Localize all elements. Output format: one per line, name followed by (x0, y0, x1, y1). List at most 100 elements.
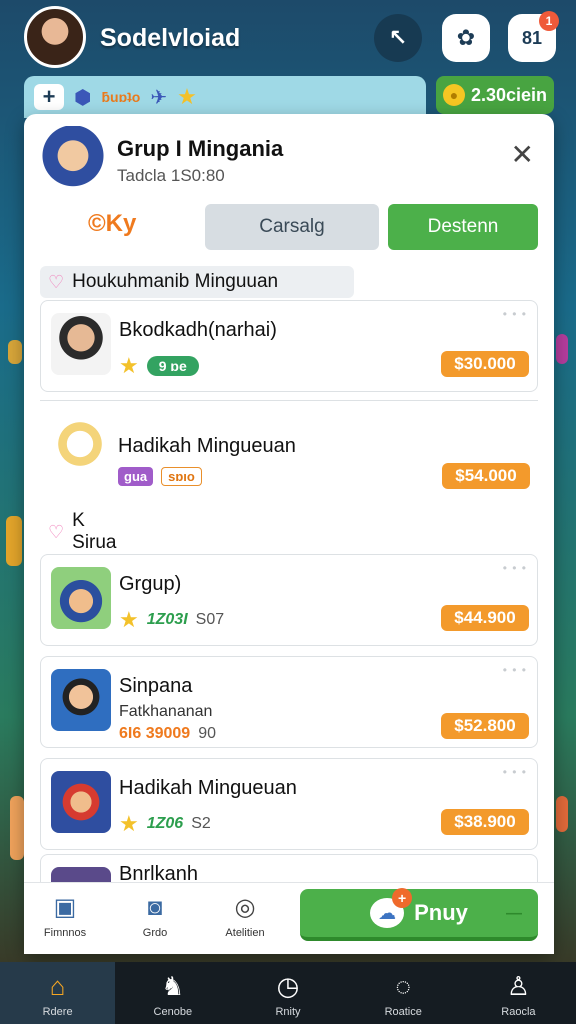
star-icon: ★ (119, 607, 139, 632)
item-meta: gua sɒıo (118, 467, 202, 486)
clock-icon: ◷ (276, 971, 300, 1001)
nav-chat[interactable]: ◌ Roatice (346, 962, 461, 1024)
item-price[interactable]: $30.000 (441, 351, 529, 377)
list-item[interactable]: Hadikah Mingueuan ★ 1Z06 S2 • • • $38.90… (40, 758, 538, 850)
nav-label: Roatice (384, 1006, 422, 1018)
pets-button[interactable]: ✿ (442, 14, 490, 62)
item-avatar (50, 413, 110, 475)
primary-button[interactable]: Destenn (388, 204, 538, 250)
item-avatar (51, 669, 111, 731)
list-item[interactable]: Bkodkadh(narhai) ★ 9 ɒe • • • $30.000 (40, 300, 538, 392)
group-avatar (38, 126, 108, 192)
side-decoration-right (556, 334, 568, 364)
item-price[interactable]: $54.000 (442, 463, 530, 489)
item-name: Hadikah Mingueuan (119, 777, 297, 799)
item-tag: sɒıo (161, 467, 202, 486)
item-meta: 6I6 39009 90 (119, 725, 216, 743)
section-label: K Sirua (72, 510, 117, 553)
coin-amount: 2.30ciein (470, 84, 548, 105)
section-label: Houkuhmanib Minguuan (72, 271, 279, 292)
item-tag: 9 ɒe (146, 356, 199, 376)
notification-dot: 1 (539, 11, 559, 31)
squid-icon: ♞ (161, 971, 185, 1001)
notifications-button[interactable]: 81 1 (508, 11, 559, 62)
heart-icon: ♡ (48, 521, 65, 542)
coin-balance[interactable]: ● 2.30ciein (436, 76, 554, 114)
top-bar: Sodelvloiad ↖ ✿ 81 1 (0, 0, 576, 76)
item-name: Sinpana (119, 675, 193, 697)
item-score: 1Z03I (146, 611, 188, 628)
more-dots-icon[interactable]: • • • (503, 765, 527, 779)
item-count: 90 (198, 725, 216, 742)
play-button[interactable]: ☁ + Pnuy — (300, 888, 538, 941)
notifications-label: 81 (521, 27, 543, 48)
item-avatar (51, 771, 111, 833)
nav-home[interactable]: ⌂ Rdere (0, 962, 116, 1024)
nav-label: Rdere (42, 1006, 73, 1018)
coin-icon: ● (442, 84, 465, 106)
star-icon: ★ (119, 811, 139, 836)
side-decoration-left-3 (10, 796, 24, 860)
nav-characters[interactable]: ♞ Cenobe (115, 962, 230, 1024)
action-ring[interactable]: ◎ Atelitien (212, 893, 278, 939)
nav-label: Rnity (275, 1006, 301, 1018)
back-button[interactable]: ↖ (374, 14, 422, 62)
star-icon: ★ (119, 353, 139, 378)
plus-icon: + (42, 84, 56, 109)
home-icon: ⌂ (49, 971, 66, 1001)
action-camera[interactable]: ◙ Grdo (122, 893, 188, 939)
action-label: Fimnnos (43, 927, 87, 939)
camera-icon: ◙ (147, 894, 163, 921)
resource-label: ƃuɒʇo (101, 89, 141, 105)
more-dots-icon[interactable]: • • • (503, 663, 527, 677)
item-price[interactable]: $38.900 (441, 809, 529, 835)
list-item[interactable]: Grgup) ★ 1Z03I S07 • • • $44.900 (40, 554, 538, 646)
item-score: 6I6 39009 (119, 725, 191, 742)
add-button[interactable]: + (34, 84, 64, 110)
list-item[interactable]: Sinpana Fatkhananan 6I6 39009 90 • • • $… (40, 656, 538, 748)
section-header: ♡ Houkuhmanib Minguuan (40, 266, 354, 298)
play-icon: ☁ + (370, 888, 413, 928)
plus-badge: + (392, 888, 413, 908)
item-score: 1Z06 (146, 815, 184, 832)
action-label: Atelitien (225, 927, 265, 939)
nav-profile[interactable]: ♙ Raocla (461, 962, 576, 1024)
item-name: Grgup) (119, 573, 182, 595)
item-tag: gua (118, 467, 154, 486)
bottom-navigation: ⌂ Rdere ♞ Cenobe ◷ Rnity ◌ Roatice ♙ Rao… (0, 962, 576, 1024)
panel-title: Grup I Mingania (117, 136, 284, 161)
group-panel: Grup I Mingania Tadcla 1S0:80 ✕ ©Ky Cars… (24, 114, 554, 954)
item-name: Bkodkadh(narhai) (119, 319, 277, 341)
item-price[interactable]: $52.800 (441, 713, 529, 739)
box-icon: ▣ (53, 894, 77, 921)
item-avatar (51, 313, 111, 375)
more-dots-icon[interactable]: • • • (503, 307, 527, 321)
chat-icon: ◌ (395, 971, 411, 1001)
nav-activity[interactable]: ◷ Rnity (230, 962, 345, 1024)
tab-ok[interactable]: ©Ky (88, 210, 136, 238)
list-item[interactable]: Hadikah Mingueuan gua sɒıo $54.000 (40, 400, 538, 492)
item-price[interactable]: $44.900 (441, 605, 529, 631)
close-icon[interactable]: ✕ (511, 138, 534, 171)
section-header: ♡ K Sirua (40, 510, 122, 553)
player-avatar[interactable] (24, 6, 86, 68)
item-meta: ★ 1Z03I S07 (119, 607, 224, 633)
more-dots-icon[interactable]: • • • (503, 561, 527, 575)
side-decoration-left (8, 340, 22, 364)
user-icon: ♙ (506, 971, 531, 1001)
ring-icon: ◎ (234, 894, 256, 921)
item-avatar (51, 567, 111, 629)
cancel-button[interactable]: Carsalg (205, 204, 379, 250)
back-arrow-icon: ↖ (388, 25, 408, 50)
side-decoration-left-2 (6, 516, 22, 566)
action-inventory[interactable]: ▣ Fimnnos (32, 893, 98, 939)
side-decoration-right-2 (556, 796, 568, 832)
player-username: Sodelvloiad (100, 24, 241, 52)
paw-icon: ✿ (456, 25, 476, 50)
nav-label: Raocla (501, 1006, 536, 1018)
item-count: S07 (195, 611, 225, 628)
item-count: S2 (191, 815, 211, 832)
rank-badge-icon: ⬢ (74, 86, 92, 109)
nav-label: Cenobe (153, 1006, 193, 1018)
heart-icon: ♡ (48, 271, 65, 292)
